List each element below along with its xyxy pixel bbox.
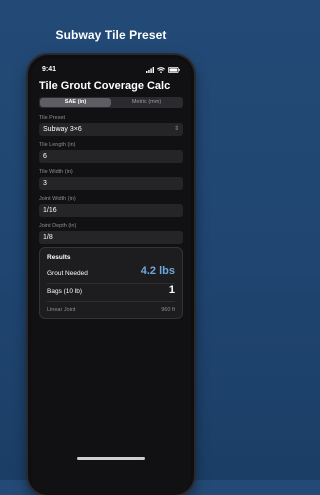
joint-width-input[interactable]: 1/16 (39, 204, 183, 217)
app-screen: 9:41 Tile Grout Coverage Calc SAE (in) M… (31, 58, 191, 495)
results-card: Results Grout Needed 4.2 lbs Bags (10 lb… (39, 247, 183, 319)
tile-length-label: Tile Length (in) (39, 142, 76, 148)
page-heading: Subway Tile Preset (55, 28, 167, 42)
battery-icon (168, 67, 180, 73)
linear-joint-value: 960 ft (161, 307, 175, 313)
results-divider (47, 283, 175, 284)
unit-option-metric[interactable]: Metric (mm) (111, 98, 182, 107)
tile-length-input[interactable]: 6 (39, 150, 183, 163)
grout-needed-value: 4.2 lbs (140, 265, 175, 277)
wifi-icon (157, 67, 165, 73)
bags-value: 1 (168, 284, 175, 296)
preset-value: Subway 3×6 (43, 126, 82, 133)
status-time: 9:41 (42, 66, 57, 73)
app-title: Tile Grout Coverage Calc (39, 80, 171, 92)
bags-label: Bags (10 lb) (47, 288, 83, 295)
results-divider (47, 301, 175, 302)
joint-width-label: Joint Width (in) (39, 196, 76, 202)
status-bar: 9:41 (42, 66, 180, 76)
preset-label: Tile Preset (39, 115, 66, 121)
chevron-updown-icon: ⇕ (173, 126, 179, 132)
home-indicator[interactable] (77, 457, 145, 460)
joint-depth-label: Joint Depth (in) (39, 223, 77, 229)
grout-needed-label: Grout Needed (47, 270, 88, 277)
joint-depth-input[interactable]: 1/8 (39, 231, 183, 244)
preset-select[interactable]: Subway 3×6 ⇕ (39, 123, 183, 136)
tile-width-input[interactable]: 3 (39, 177, 183, 190)
linear-joint-label: Linear Joint (47, 307, 76, 313)
results-title: Results (47, 254, 71, 261)
unit-toggle: SAE (in) Metric (mm) (39, 97, 183, 108)
status-icons (146, 67, 180, 73)
signal-icon (146, 67, 154, 73)
unit-option-sae[interactable]: SAE (in) (40, 98, 111, 107)
phone-frame: 9:41 Tile Grout Coverage Calc SAE (in) M… (28, 55, 194, 495)
tile-width-label: Tile Width (in) (39, 169, 73, 175)
